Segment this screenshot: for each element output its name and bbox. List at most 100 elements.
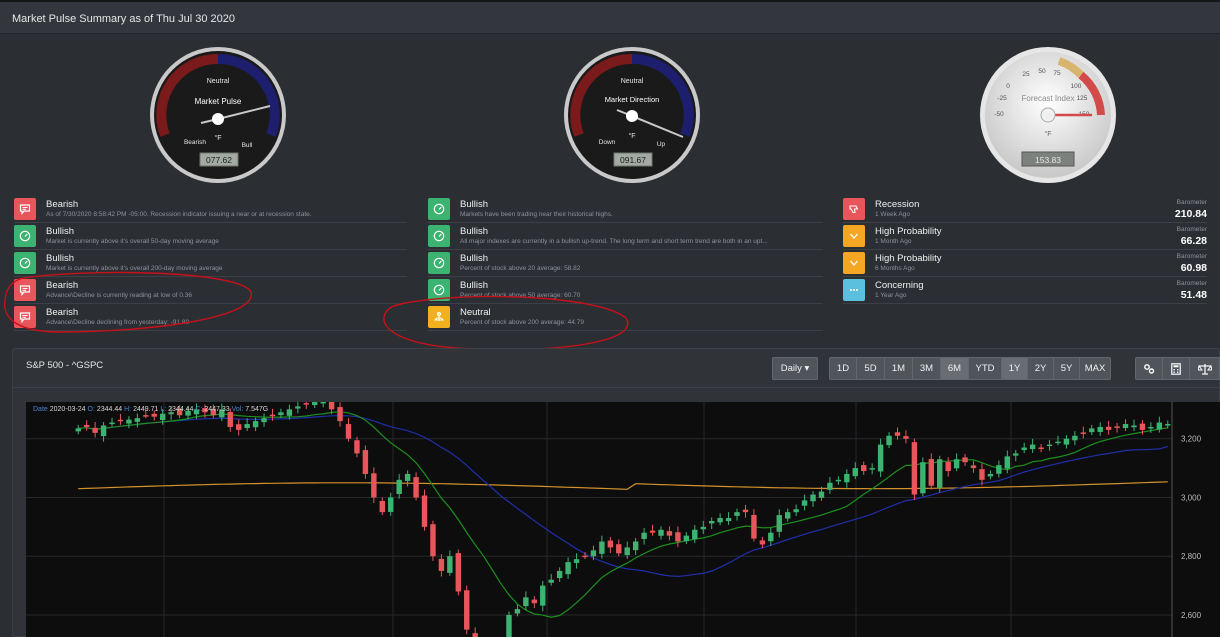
candle-body <box>278 412 284 416</box>
candle-body <box>1038 447 1044 450</box>
candle-body <box>590 550 597 557</box>
candle-body <box>328 396 335 410</box>
candle-body <box>303 403 309 405</box>
range-button-3m[interactable]: 3M <box>912 357 941 380</box>
candle-body <box>1139 423 1146 430</box>
candle-body <box>970 465 977 469</box>
barometer-label: Barometer <box>1176 253 1207 260</box>
sp500-candlestick-chart[interactable]: 3,200 3,000 2,800 2,600 <box>26 393 1220 637</box>
indicator-status: Concerning <box>875 280 924 291</box>
candle-body <box>1097 426 1103 432</box>
barometer-label: Barometer <box>1176 280 1207 287</box>
candle-body <box>252 421 259 428</box>
candle-body <box>447 556 453 573</box>
indicator-status: Bullish <box>46 253 74 264</box>
calculator-icon[interactable] <box>1162 357 1190 380</box>
gauge-tick: 125 <box>1077 95 1088 102</box>
candle-body <box>531 599 538 604</box>
barometer-value: 66.28 <box>1180 235 1207 247</box>
ma-long-line <box>78 481 1168 490</box>
indicator-row[interactable]: Bullish Market is currently above it's o… <box>14 223 407 250</box>
y-tick-label: 2,600 <box>1181 611 1202 620</box>
market-direction-gauge: Neutral Market Direction Down °F Up 091.… <box>557 40 707 190</box>
candle-body <box>649 530 656 533</box>
candle-body <box>126 419 132 424</box>
candle-body <box>472 633 478 637</box>
candle-body <box>1122 424 1129 429</box>
indicator-row[interactable]: Bullish All major indexes are currently … <box>428 223 823 250</box>
indicator-description: 1 Week Ago <box>875 211 910 218</box>
balance-icon[interactable] <box>1189 357 1220 380</box>
ohlc-close: 2447.33 <box>204 406 230 413</box>
candle-body <box>1080 432 1087 434</box>
range-button-5y[interactable]: 5Y <box>1053 357 1080 380</box>
candle-body <box>810 494 816 502</box>
interval-dropdown[interactable]: Daily ▾ <box>772 357 818 380</box>
candle-body <box>607 540 614 548</box>
candle-body <box>734 512 740 516</box>
candle-body <box>979 469 985 480</box>
range-button-1m[interactable]: 1M <box>884 357 913 380</box>
candle-body <box>438 558 445 571</box>
range-button-max[interactable]: MAX <box>1079 357 1111 380</box>
indicator-row[interactable]: High Probability 1 Month Ago Barometer 66… <box>843 223 1207 250</box>
indicator-row[interactable]: Recession 1 Week Ago Barometer 210.84 <box>843 196 1207 223</box>
barometer-value: 60.98 <box>1180 262 1207 274</box>
indicator-description: As of 7/30/2020 8:58:42 PM -05:00. Reces… <box>46 211 312 218</box>
candle-body <box>793 509 799 513</box>
candle-body <box>599 541 605 554</box>
candle-body <box>151 413 157 417</box>
gauge-value: 091.67 <box>620 155 646 165</box>
candle-body <box>987 473 994 477</box>
gauge-left-label: Bearish <box>184 139 206 146</box>
candle-body <box>894 432 901 436</box>
candle-body <box>666 531 673 536</box>
gauge-title: Market Direction <box>605 95 660 104</box>
candle-body <box>1055 441 1061 444</box>
range-button-5d[interactable]: 5D <box>856 357 885 380</box>
indicator-row[interactable]: Bullish Markets have been trading near t… <box>428 196 823 223</box>
candle-body <box>134 418 141 422</box>
candle-body <box>1131 425 1137 428</box>
ellipsis-icon <box>843 279 865 301</box>
candle-body <box>337 407 343 422</box>
indicator-status: Bullish <box>460 226 488 237</box>
settings-icon[interactable] <box>1135 357 1163 380</box>
range-button-6m[interactable]: 6M <box>940 357 969 380</box>
gauge-top-label: Neutral <box>207 78 230 85</box>
candle-body <box>903 436 909 439</box>
indicator-row[interactable]: High Probability 6 Months Ago Barometer 6… <box>843 250 1207 277</box>
candle-body <box>582 555 588 558</box>
page-title: Market Pulse Summary as of Thu Jul 30 20… <box>12 13 235 25</box>
candle-body <box>1156 422 1163 430</box>
range-button-1y[interactable]: 1Y <box>1001 357 1028 380</box>
candle-body <box>996 465 1002 474</box>
gauge-top-label: Neutral <box>621 78 644 85</box>
candle-body <box>1063 438 1070 445</box>
candle-body <box>877 444 884 472</box>
range-button-1d[interactable]: 1D <box>829 357 857 380</box>
candle-body <box>159 413 166 421</box>
indicator-row[interactable]: Bearish As of 7/30/2020 8:58:42 PM -05:0… <box>14 196 407 223</box>
candle-body <box>1148 426 1154 429</box>
candle-body <box>852 468 858 477</box>
y-tick-label: 2,800 <box>1181 552 1202 561</box>
ma-medium-line <box>78 414 1168 578</box>
candle-body <box>1105 426 1112 430</box>
candle-body <box>632 541 639 551</box>
range-button-ytd[interactable]: YTD <box>968 357 1002 380</box>
candle-body <box>725 518 732 522</box>
candle-body <box>396 479 402 495</box>
candle-body <box>1089 428 1095 433</box>
candle-body <box>616 544 622 554</box>
gauge-tick: 0 <box>1006 83 1010 90</box>
candle-body <box>286 409 293 416</box>
forecast-index-gauge: -50 -25 0 25 50 75 100 125 150 Forecast … <box>973 40 1123 190</box>
candle-body <box>143 415 149 417</box>
gauge-value: 077.62 <box>206 155 232 165</box>
candle-body <box>556 570 563 579</box>
gauge-tick: 50 <box>1038 68 1046 75</box>
range-button-2y[interactable]: 2Y <box>1027 357 1054 380</box>
indicator-row[interactable]: Concerning 1 Year Ago Barometer 51.48 <box>843 277 1207 304</box>
ohlc-open: 2344.44 <box>96 406 123 413</box>
